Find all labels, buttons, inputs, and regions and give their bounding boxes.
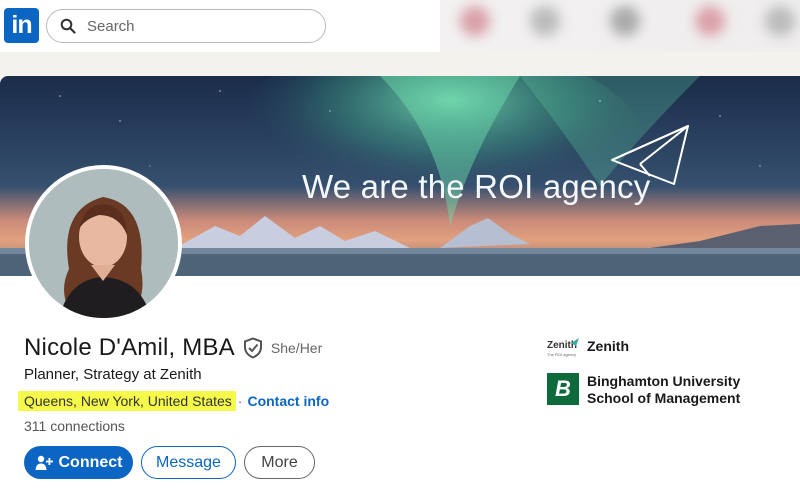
org-binghamton[interactable]: B Binghamton University School of Manage… bbox=[547, 373, 787, 407]
verified-shield-icon[interactable] bbox=[243, 337, 263, 359]
location-row: Queens, New York, United States · Contac… bbox=[18, 389, 329, 413]
connect-button[interactable]: Connect bbox=[24, 446, 133, 479]
blurred-nav-icon[interactable] bbox=[610, 6, 640, 36]
profile-location: Queens, New York, United States bbox=[18, 391, 236, 411]
org-name: Zenith bbox=[587, 338, 629, 354]
name-row: Nicole D'Amil, MBA She/Her bbox=[24, 334, 322, 362]
avatar[interactable] bbox=[25, 165, 182, 322]
add-person-icon bbox=[35, 455, 53, 470]
message-label: Message bbox=[156, 453, 221, 471]
nav-icons-blurred bbox=[440, 0, 800, 52]
organizations: Zenith The ROI agency Zenith B Binghamto… bbox=[547, 338, 787, 420]
more-button[interactable]: More bbox=[244, 446, 315, 479]
search-box[interactable] bbox=[46, 9, 326, 43]
profile-name: Nicole D'Amil, MBA bbox=[24, 334, 235, 361]
zenith-logo: Zenith The ROI agency bbox=[547, 338, 579, 357]
blurred-nav-icon[interactable] bbox=[695, 6, 725, 36]
connections-count[interactable]: 311 connections bbox=[24, 418, 125, 434]
search-icon bbox=[60, 18, 76, 34]
connect-label: Connect bbox=[58, 453, 123, 471]
profile-headline: Planner, Strategy at Zenith bbox=[24, 366, 202, 383]
message-button[interactable]: Message bbox=[141, 446, 236, 479]
org-zenith[interactable]: Zenith The ROI agency Zenith bbox=[547, 338, 787, 360]
profile-card: We are the ROI agency Nicole D'Amil, MBA… bbox=[0, 76, 800, 500]
more-label: More bbox=[261, 453, 298, 471]
top-nav: in bbox=[0, 0, 800, 52]
profile-photo bbox=[29, 169, 178, 318]
binghamton-logo: B bbox=[547, 373, 579, 405]
linkedin-logo[interactable]: in bbox=[4, 8, 39, 43]
pronouns: She/Her bbox=[270, 340, 323, 356]
search-input[interactable] bbox=[87, 16, 307, 36]
separator-dot: · bbox=[237, 393, 243, 409]
org-name: Binghamton University School of Manageme… bbox=[587, 373, 741, 406]
blurred-nav-icon[interactable] bbox=[460, 6, 490, 36]
contact-info-link[interactable]: Contact info bbox=[247, 393, 329, 409]
action-buttons: Connect Message More bbox=[24, 446, 315, 479]
blurred-nav-icon[interactable] bbox=[765, 6, 795, 36]
banner-tagline: We are the ROI agency bbox=[302, 168, 651, 205]
blurred-nav-icon[interactable] bbox=[530, 6, 560, 36]
